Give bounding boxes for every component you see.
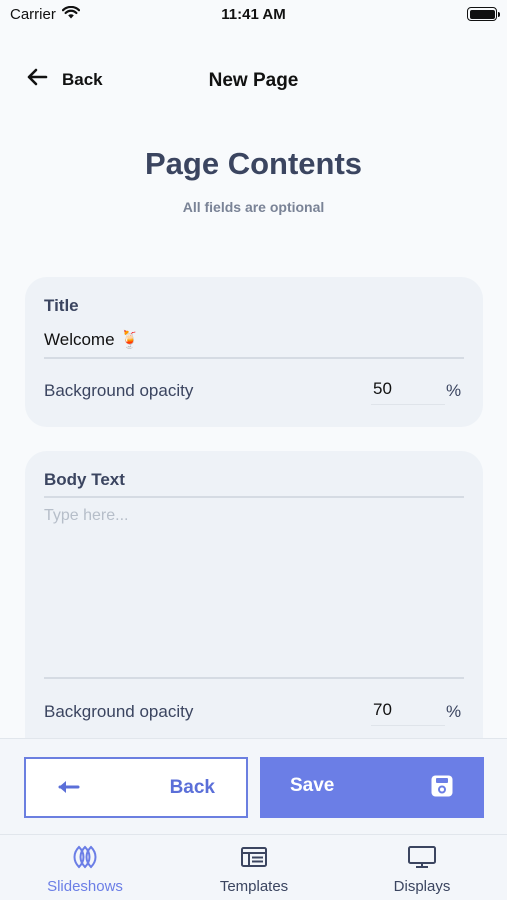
tab-displays[interactable]: Displays — [342, 845, 502, 895]
slideshows-icon — [71, 845, 99, 873]
save-button-label: Save — [290, 775, 335, 796]
title-input[interactable]: Welcome 🍹 — [44, 330, 140, 350]
tab-displays-label: Displays — [393, 878, 451, 895]
tab-bar: Slideshows Templates Displays — [0, 834, 507, 900]
templates-icon — [240, 847, 268, 873]
battery-icon — [467, 7, 500, 21]
floppy-disk-icon — [430, 774, 454, 803]
tab-templates[interactable]: Templates — [174, 845, 334, 895]
save-button[interactable]: Save — [260, 757, 484, 818]
body-opacity-unit: % — [446, 702, 462, 721]
page-title: Page Contents — [144, 146, 363, 181]
body-opacity-input[interactable]: 70 — [371, 696, 445, 726]
nav-header: Back New Page — [0, 58, 507, 102]
body-text-input[interactable]: Type here... — [44, 507, 464, 677]
title-opacity-input[interactable]: 50 — [371, 375, 445, 405]
body-text-bottom-line — [44, 677, 464, 679]
back-button-label: Back — [169, 777, 215, 798]
title-input-underline — [44, 357, 464, 359]
status-bar: Carrier 11:41 AM — [0, 0, 507, 28]
page-subtitle: All fields are optional — [182, 199, 325, 215]
title-opacity-label: Background opacity — [44, 381, 194, 400]
arrow-left-icon — [56, 777, 80, 802]
status-left: Carrier — [10, 5, 80, 23]
title-field-label: Title — [44, 296, 79, 315]
displays-icon — [407, 846, 437, 873]
tab-slideshows[interactable]: Slideshows — [5, 845, 165, 895]
body-text-top-line — [44, 496, 464, 498]
title-opacity-unit: % — [446, 381, 462, 400]
carrier-label: Carrier — [10, 5, 56, 23]
body-text-label: Body Text — [44, 470, 125, 489]
nav-back-label: Back — [62, 69, 103, 89]
nav-back-button[interactable]: Back — [26, 68, 103, 91]
body-text-card: Body Text Type here... Background opacit… — [25, 451, 483, 751]
tab-templates-label: Templates — [219, 878, 289, 895]
body-opacity-label: Background opacity — [44, 702, 194, 721]
back-button[interactable]: Back — [24, 757, 248, 818]
action-bar: Back Save — [0, 738, 507, 834]
arrow-left-icon — [26, 68, 48, 91]
wifi-icon — [61, 5, 80, 23]
title-card: Title Welcome 🍹 Background opacity 50 % — [25, 277, 483, 427]
tab-slideshows-label: Slideshows — [47, 878, 123, 895]
